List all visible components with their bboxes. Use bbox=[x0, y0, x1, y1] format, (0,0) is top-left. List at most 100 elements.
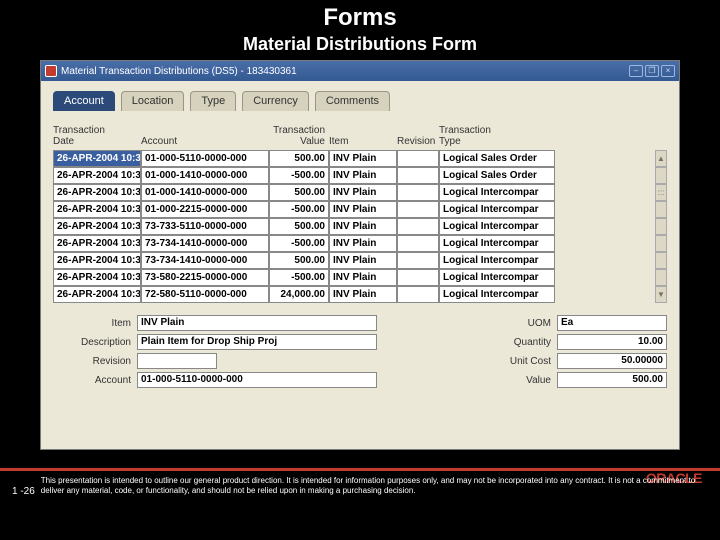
cell-type[interactable]: Logical Intercompar bbox=[439, 269, 555, 286]
col-header-account: Account bbox=[141, 136, 269, 147]
cell-item[interactable]: INV Plain bbox=[329, 252, 397, 269]
table-row[interactable]: 26-APR-2004 10:301-000-1410-0000-000500.… bbox=[53, 184, 653, 201]
cell-type[interactable]: Logical Intercompar bbox=[439, 235, 555, 252]
tab-account[interactable]: Account bbox=[53, 91, 115, 111]
footer-red-line bbox=[0, 468, 720, 471]
item-field[interactable]: INV Plain bbox=[137, 315, 377, 331]
table-row[interactable]: 26-APR-2004 10:373-580-2215-0000-000-500… bbox=[53, 269, 653, 286]
close-icon[interactable]: × bbox=[661, 65, 675, 77]
tab-row: Account LocationType Currency Comments bbox=[53, 91, 667, 111]
cell-account[interactable]: 01-000-1410-0000-000 bbox=[141, 167, 269, 184]
scroll-gap bbox=[655, 252, 667, 269]
cell-type[interactable]: Logical Intercompar bbox=[439, 218, 555, 235]
cell-item[interactable]: INV Plain bbox=[329, 184, 397, 201]
desc-label: Description bbox=[53, 337, 131, 348]
cell-account[interactable]: 73-733-5110-0000-000 bbox=[141, 218, 269, 235]
scroll-column: ▲ ::: ▼ bbox=[655, 150, 667, 303]
scroll-down-icon[interactable]: ▼ bbox=[655, 286, 667, 303]
cell-account[interactable]: 01-000-5110-0000-000 bbox=[141, 150, 269, 167]
cell-type[interactable]: Logical Intercompar bbox=[439, 252, 555, 269]
cell-rev[interactable] bbox=[397, 286, 439, 303]
cell-type[interactable]: Logical Intercompar bbox=[439, 201, 555, 218]
cell-date[interactable]: 26-APR-2004 10:3 bbox=[53, 235, 141, 252]
cell-item[interactable]: INV Plain bbox=[329, 286, 397, 303]
rev-field[interactable] bbox=[137, 353, 217, 369]
cell-value[interactable]: 500.00 bbox=[269, 184, 329, 201]
scroll-thumb[interactable]: ::: bbox=[655, 184, 667, 201]
table-row[interactable]: 26-APR-2004 10:373-734-1410-0000-000500.… bbox=[53, 252, 653, 269]
tab-type[interactable]: Type bbox=[190, 91, 236, 111]
cost-field[interactable]: 50.00000 bbox=[557, 353, 667, 369]
window-titlebar[interactable]: Material Transaction Distributions (DS5)… bbox=[41, 61, 679, 81]
cell-value[interactable]: 500.00 bbox=[269, 252, 329, 269]
cell-value[interactable]: 24,000.00 bbox=[269, 286, 329, 303]
scroll-gap bbox=[655, 235, 667, 252]
cell-date[interactable]: 26-APR-2004 10:3 bbox=[53, 150, 141, 167]
acct-field[interactable]: 01-000-5110-0000-000 bbox=[137, 372, 377, 388]
table-row[interactable]: 26-APR-2004 10:301-000-2215-0000-000-500… bbox=[53, 201, 653, 218]
desc-field[interactable]: Plain Item for Drop Ship Proj bbox=[137, 334, 377, 350]
cell-date[interactable]: 26-APR-2004 10:3 bbox=[53, 286, 141, 303]
table-row[interactable]: 26-APR-2004 10:301-000-5110-0000-000500.… bbox=[53, 150, 653, 167]
cell-account[interactable]: 01-000-1410-0000-000 bbox=[141, 184, 269, 201]
table-row[interactable]: 26-APR-2004 10:301-000-1410-0000-000-500… bbox=[53, 167, 653, 184]
detail-block: Item INV Plain UOM Ea Description Plain … bbox=[53, 315, 667, 388]
cell-date[interactable]: 26-APR-2004 10:3 bbox=[53, 218, 141, 235]
qty-field[interactable]: 10.00 bbox=[557, 334, 667, 350]
cell-item[interactable]: INV Plain bbox=[329, 150, 397, 167]
cell-value[interactable]: -500.00 bbox=[269, 167, 329, 184]
val-field[interactable]: 500.00 bbox=[557, 372, 667, 388]
table-row[interactable]: 26-APR-2004 10:372-580-5110-0000-00024,0… bbox=[53, 286, 653, 303]
cell-account[interactable]: 73-734-1410-0000-000 bbox=[141, 252, 269, 269]
cell-rev[interactable] bbox=[397, 184, 439, 201]
cell-account[interactable]: 73-580-2215-0000-000 bbox=[141, 269, 269, 286]
footer: 1 -26 This presentation is intended to o… bbox=[0, 476, 720, 497]
form-window: Material Transaction Distributions (DS5)… bbox=[40, 60, 680, 450]
uom-field[interactable]: Ea bbox=[557, 315, 667, 331]
cell-type[interactable]: Logical Sales Order bbox=[439, 150, 555, 167]
table-row[interactable]: 26-APR-2004 10:373-733-5110-0000-000500.… bbox=[53, 218, 653, 235]
cell-rev[interactable] bbox=[397, 201, 439, 218]
tab-comments[interactable]: Comments bbox=[315, 91, 390, 111]
cell-account[interactable]: 73-734-1410-0000-000 bbox=[141, 235, 269, 252]
cell-date[interactable]: 26-APR-2004 10:3 bbox=[53, 167, 141, 184]
cell-type[interactable]: Logical Intercompar bbox=[439, 286, 555, 303]
cell-item[interactable]: INV Plain bbox=[329, 269, 397, 286]
cell-rev[interactable] bbox=[397, 252, 439, 269]
cell-rev[interactable] bbox=[397, 235, 439, 252]
cell-date[interactable]: 26-APR-2004 10:3 bbox=[53, 269, 141, 286]
minimize-icon[interactable]: – bbox=[629, 65, 643, 77]
cell-value[interactable]: -500.00 bbox=[269, 235, 329, 252]
cell-type[interactable]: Logical Intercompar bbox=[439, 184, 555, 201]
page-number: 1 -26 bbox=[12, 486, 35, 497]
cell-rev[interactable] bbox=[397, 269, 439, 286]
cell-value[interactable]: 500.00 bbox=[269, 150, 329, 167]
cell-value[interactable]: -500.00 bbox=[269, 201, 329, 218]
tab-currency[interactable]: Currency bbox=[242, 91, 309, 111]
col-header-revision: Revision bbox=[397, 136, 439, 147]
cell-account[interactable]: 01-000-2215-0000-000 bbox=[141, 201, 269, 218]
restore-icon[interactable]: ❐ bbox=[645, 65, 659, 77]
col-header-type: TransactionType bbox=[439, 125, 555, 147]
cell-value[interactable]: 500.00 bbox=[269, 218, 329, 235]
cell-date[interactable]: 26-APR-2004 10:3 bbox=[53, 201, 141, 218]
scroll-up-icon[interactable]: ▲ bbox=[655, 150, 667, 167]
cell-item[interactable]: INV Plain bbox=[329, 167, 397, 184]
qty-label: Quantity bbox=[501, 337, 551, 348]
window-title: Material Transaction Distributions (DS5)… bbox=[61, 66, 629, 77]
cell-account[interactable]: 72-580-5110-0000-000 bbox=[141, 286, 269, 303]
cell-date[interactable]: 26-APR-2004 10:3 bbox=[53, 184, 141, 201]
slide-subtitle: Material Distributions Form bbox=[0, 34, 720, 55]
cell-value[interactable]: -500.00 bbox=[269, 269, 329, 286]
cell-date[interactable]: 26-APR-2004 10:3 bbox=[53, 252, 141, 269]
cell-rev[interactable] bbox=[397, 150, 439, 167]
cell-item[interactable]: INV Plain bbox=[329, 218, 397, 235]
cell-item[interactable]: INV Plain bbox=[329, 201, 397, 218]
scroll-gap bbox=[655, 167, 667, 184]
cell-rev[interactable] bbox=[397, 167, 439, 184]
tab-location[interactable]: Location bbox=[121, 91, 185, 111]
cell-type[interactable]: Logical Sales Order bbox=[439, 167, 555, 184]
cell-item[interactable]: INV Plain bbox=[329, 235, 397, 252]
cell-rev[interactable] bbox=[397, 218, 439, 235]
table-row[interactable]: 26-APR-2004 10:373-734-1410-0000-000-500… bbox=[53, 235, 653, 252]
